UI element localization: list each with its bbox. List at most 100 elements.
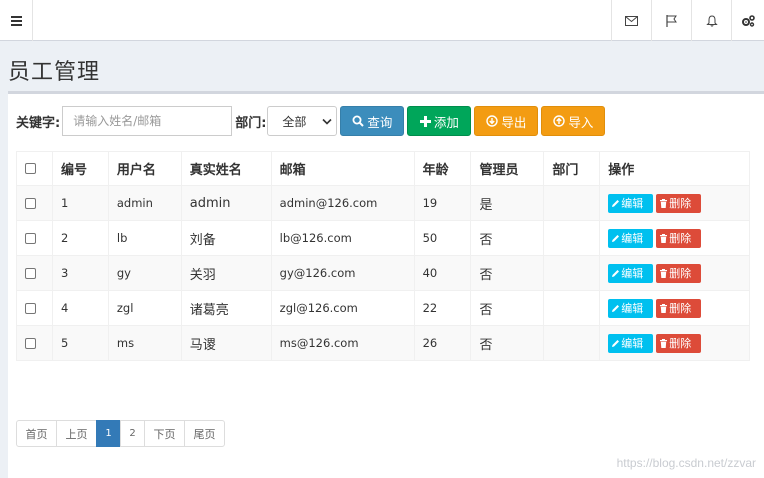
trash-icon	[659, 198, 669, 208]
delete-button[interactable]: 删除	[656, 228, 702, 248]
gears-icon	[742, 14, 755, 27]
pencil-icon	[611, 234, 621, 243]
row-checkbox[interactable]	[25, 233, 36, 244]
cell-realname: 刘备	[180, 220, 272, 256]
keyword-label: 关键字:	[16, 115, 61, 131]
add-button[interactable]: 添加	[407, 106, 472, 136]
edit-button[interactable]: 编辑	[608, 193, 654, 213]
cell-email: lb@126.com	[270, 220, 415, 256]
table-row: 3 gy 关羽 gy@126.com 40 否 编辑 删除	[16, 255, 750, 291]
cell-id: 4	[51, 290, 109, 326]
add-button-label: 添加	[433, 114, 459, 130]
query-button[interactable]: 查询	[340, 106, 405, 136]
cell-email: gy@126.com	[270, 255, 415, 291]
cell-actions: 编辑 删除	[599, 255, 750, 291]
cell-username: ms	[107, 325, 182, 361]
settings-button[interactable]	[731, 0, 764, 41]
select-all-cell	[16, 151, 53, 186]
table-row: 5 ms 马谡 ms@126.com 26 否 编辑 删除	[16, 325, 750, 361]
query-button-label: 查询	[367, 114, 393, 130]
trash-icon	[659, 303, 669, 313]
next-page-button[interactable]: 下页	[144, 420, 185, 447]
cell-actions: 编辑 删除	[599, 185, 750, 221]
cell-admin: 否	[470, 290, 545, 326]
pencil-icon	[611, 304, 621, 313]
page-2-button[interactable]: 2	[120, 420, 145, 447]
last-page-button[interactable]: 尾页	[184, 420, 225, 447]
page-1-button[interactable]: 1	[96, 420, 121, 447]
cell-id: 2	[51, 220, 109, 256]
cell-dept	[543, 290, 601, 326]
edit-button-label: 编辑	[621, 197, 644, 210]
employee-table: 编号 用户名 真实姓名 邮箱 年龄 管理员 部门 操作 1 admin admin a…	[16, 151, 750, 361]
col-header-realname[interactable]: 真实姓名	[180, 151, 272, 186]
notifications-button[interactable]	[691, 0, 731, 41]
arrow-circle-up-icon	[553, 115, 566, 127]
tasks-button[interactable]	[651, 0, 691, 41]
row-select-cell	[16, 255, 53, 291]
import-button[interactable]: 导入	[541, 106, 606, 136]
col-header-username[interactable]: 用户名	[107, 151, 182, 186]
page-title: 员工管理	[8, 60, 101, 85]
arrow-circle-down-icon	[486, 115, 499, 127]
edit-button[interactable]: 编辑	[608, 333, 654, 353]
cell-age: 40	[413, 255, 472, 291]
first-page-button[interactable]: 首页	[16, 420, 57, 447]
edit-button[interactable]: 编辑	[608, 263, 654, 283]
edit-button-label: 编辑	[621, 337, 644, 350]
delete-button[interactable]: 删除	[656, 193, 702, 213]
cell-age: 19	[413, 185, 472, 221]
select-all-checkbox[interactable]	[25, 163, 36, 174]
prev-page-button[interactable]: 上页	[56, 420, 97, 447]
edit-button-label: 编辑	[621, 302, 644, 315]
col-header-actions: 操作	[599, 151, 750, 186]
plus-icon	[419, 115, 431, 127]
row-checkbox[interactable]	[25, 303, 36, 314]
cell-id: 1	[51, 185, 109, 221]
row-checkbox[interactable]	[25, 198, 36, 209]
employee-box: 关键字: 部门: 全部 查询 添加 导出	[8, 91, 764, 478]
cell-realname: admin	[180, 185, 272, 221]
col-header-dept[interactable]: 部门	[543, 151, 601, 186]
cell-username: zgl	[107, 290, 182, 326]
delete-button[interactable]: 删除	[656, 298, 702, 318]
pagination: 首页 上页 1 2 下页 尾页	[16, 420, 225, 447]
table-header-row: 编号 用户名 真实姓名 邮箱 年龄 管理员 部门 操作	[16, 151, 750, 186]
row-checkbox[interactable]	[25, 268, 36, 279]
delete-button-label: 删除	[669, 302, 692, 315]
sidebar-toggle-button[interactable]	[0, 0, 33, 41]
cell-id: 5	[51, 325, 109, 361]
flag-icon	[666, 14, 677, 27]
cell-username: lb	[107, 220, 182, 256]
cell-admin: 否	[470, 220, 545, 256]
edit-button[interactable]: 编辑	[608, 228, 654, 248]
cell-username: gy	[107, 255, 182, 291]
delete-button[interactable]: 删除	[656, 263, 702, 283]
export-button[interactable]: 导出	[474, 106, 539, 136]
delete-button-label: 删除	[669, 267, 692, 280]
edit-button[interactable]: 编辑	[608, 298, 654, 318]
cell-admin: 否	[470, 325, 545, 361]
cell-realname: 诸葛亮	[180, 290, 272, 326]
col-header-age[interactable]: 年龄	[413, 151, 472, 186]
dept-select-value: 全部	[282, 114, 307, 129]
delete-button-label: 删除	[669, 232, 692, 245]
delete-button[interactable]: 删除	[656, 333, 702, 353]
chevron-down-icon	[322, 118, 332, 125]
cell-age: 50	[413, 220, 472, 256]
row-select-cell	[16, 185, 53, 221]
row-select-cell	[16, 290, 53, 326]
cell-age: 26	[413, 325, 472, 361]
cell-dept	[543, 220, 601, 256]
row-select-cell	[16, 220, 53, 256]
col-header-id[interactable]: 编号	[51, 151, 109, 186]
row-checkbox[interactable]	[25, 338, 36, 349]
keyword-search-input[interactable]	[62, 106, 233, 136]
col-header-email[interactable]: 邮箱	[270, 151, 415, 186]
envelope-icon	[625, 15, 638, 26]
dept-select[interactable]: 全部	[267, 106, 338, 136]
delete-button-label: 删除	[669, 337, 692, 350]
bell-icon	[705, 14, 718, 27]
col-header-admin[interactable]: 管理员	[470, 151, 545, 186]
messages-button[interactable]	[611, 0, 651, 41]
